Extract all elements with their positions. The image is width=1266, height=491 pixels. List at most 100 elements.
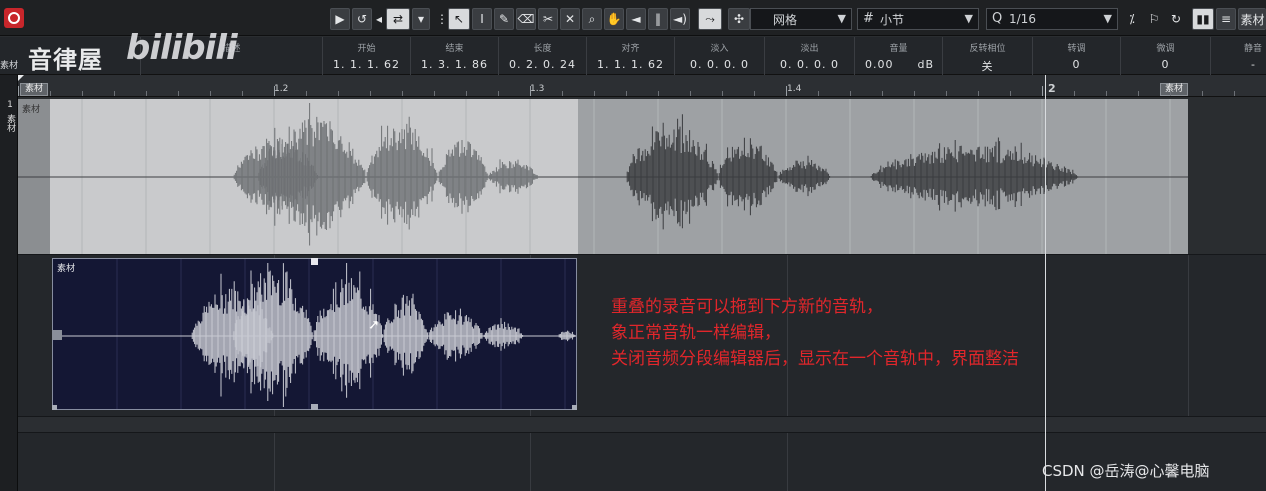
pointer-tool-icon[interactable]: ↖ <box>448 8 470 30</box>
ruler-tick <box>722 91 723 96</box>
loop-icon[interactable]: ↺ <box>352 8 372 30</box>
annotation-line: 关闭音频分段编辑器后，显示在一个音轨中，界面整洁 <box>611 349 1019 369</box>
play-icon[interactable]: ▶ <box>330 8 350 30</box>
audio-event-clip[interactable]: 素材 ➚ <box>52 258 577 410</box>
volume-handle[interactable] <box>311 258 318 265</box>
quantize-settings-icon[interactable]: ⁒ <box>1122 8 1142 30</box>
finetune-value[interactable]: 0 <box>1121 58 1210 71</box>
fadeout-header: 淡出 <box>800 44 819 54</box>
ruler-tick <box>466 91 467 96</box>
align-value[interactable]: 1. 1. 1. 62 <box>587 58 674 71</box>
locator-left-icon[interactable] <box>18 75 24 81</box>
grid-unit-select[interactable]: # 小节 ▼ <box>857 8 979 30</box>
ruler-tick <box>658 91 659 96</box>
auto-scroll-icon[interactable]: ⇄ <box>386 8 410 30</box>
ruler-tick <box>594 91 595 96</box>
mute-value[interactable]: - <box>1211 58 1266 71</box>
annotation-text: 重叠的录音可以拖到下方新的音轨， 象正常音轨一样编辑， 关闭音频分段编辑器后，显… <box>611 294 1019 372</box>
end-value[interactable]: 1. 3. 1. 86 <box>411 58 498 71</box>
clip-left-handle[interactable] <box>52 330 62 340</box>
info-align[interactable]: 对齐 1. 1. 1. 62 <box>586 37 674 75</box>
fadein-value[interactable]: 0. 0. 0. 0 <box>675 58 764 71</box>
grid-type-select[interactable]: 网格 ▼ <box>750 8 852 30</box>
volume-header: 音量 <box>889 44 908 54</box>
ruler-tick <box>818 91 819 96</box>
reverse-header: 反转相位 <box>969 44 1006 54</box>
audio-part-editor-lane[interactable]: 素材 <box>18 99 1188 254</box>
ruler-tick <box>146 91 147 96</box>
ruler-tick <box>178 91 179 96</box>
fadeout-value[interactable]: 0. 0. 0. 0 <box>765 58 854 71</box>
draw-tool-icon[interactable]: ✎ <box>494 8 514 30</box>
grid-unit-value: 小节 <box>880 12 905 27</box>
info-reverse[interactable]: 反转相位 关 <box>942 37 1032 75</box>
erase-tool-icon[interactable]: ⌫ <box>516 8 536 30</box>
info-mute[interactable]: 静音 - <box>1210 37 1266 75</box>
toolbar-handle-icon: ⋮ <box>436 12 448 26</box>
dropdown-caret-icon[interactable]: ▾ <box>412 8 430 30</box>
annotation-line: 重叠的录音可以拖到下方新的音轨， <box>611 297 883 317</box>
length-value[interactable]: 0. 2. 0. 24 <box>499 58 586 71</box>
info-length[interactable]: 长度 0. 2. 0. 24 <box>498 37 586 75</box>
info-transpose[interactable]: 转调 0 <box>1032 37 1120 75</box>
snap-mode-icon[interactable]: ✣ <box>728 8 750 30</box>
split-tool-icon[interactable]: ✂ <box>538 8 558 30</box>
quantize-icon: Q <box>992 11 1003 26</box>
list-layout-icon[interactable]: ≡ <box>1216 8 1236 30</box>
flag-icon[interactable]: ⚐ <box>1144 8 1164 30</box>
ruler-tick <box>690 91 691 96</box>
info-fadein[interactable]: 淡入 0. 0. 0. 0 <box>674 37 764 75</box>
ruler-tick <box>402 91 403 96</box>
empty-lane[interactable] <box>18 416 1266 432</box>
ruler-tick <box>562 91 563 96</box>
mute-tool-icon[interactable]: ✕ <box>560 8 580 30</box>
quantize-select[interactable]: Q 1/16 ▼ <box>986 8 1118 30</box>
transpose-value[interactable]: 0 <box>1033 58 1120 71</box>
listen-tool-icon[interactable]: ◄) <box>670 8 690 30</box>
clip-corner-handle[interactable] <box>572 405 577 410</box>
clip-bottom-handle[interactable] <box>311 404 318 410</box>
ruler-tick <box>1074 91 1075 96</box>
warp-tool-icon[interactable]: ‖ <box>648 8 668 30</box>
window-layout-icon[interactable]: ▮▮ <box>1192 8 1214 30</box>
hand-tool-icon[interactable]: ✋ <box>604 8 624 30</box>
refresh-icon[interactable]: ↻ <box>1166 8 1186 30</box>
channel-watermark: 音律屋 <box>28 46 103 74</box>
track-header[interactable]: 1 素材 <box>3 100 17 132</box>
ruler-tick <box>1202 91 1203 96</box>
toolbar-right-label[interactable]: 素材 <box>1238 8 1266 30</box>
align-header: 对齐 <box>621 44 640 54</box>
ruler-tick <box>114 91 115 96</box>
playhead-cursor[interactable] <box>1045 75 1046 491</box>
ruler-label: 1.2 <box>274 84 289 94</box>
ruler-tick <box>626 91 627 96</box>
infoline-side-label: 素材 <box>0 61 19 71</box>
ruler-tick <box>370 91 371 96</box>
ruler-tick <box>1042 86 1043 96</box>
credit-watermark: CSDN @岳涛@心馨电脑 <box>1042 462 1210 480</box>
ruler-tick <box>50 91 51 96</box>
range-tool-icon[interactable]: I <box>472 8 492 30</box>
speaker-tool-icon[interactable]: ◄ <box>626 8 646 30</box>
clip-corner-handle[interactable] <box>52 405 57 410</box>
chevron-left-icon[interactable]: ◂ <box>374 8 384 30</box>
info-end[interactable]: 结束 1. 3. 1. 86 <box>410 37 498 75</box>
info-fadeout[interactable]: 淡出 0. 0. 0. 0 <box>764 37 854 75</box>
ruler-tick <box>978 91 979 96</box>
grid-type-value: 网格 <box>773 12 798 27</box>
timeline-ruler[interactable]: 素材 素材 1.2 1.3 1.4 2 <box>18 75 1266 97</box>
app-logo-icon[interactable] <box>4 8 24 28</box>
reverse-value[interactable]: 关 <box>943 58 1032 74</box>
track-sidebar <box>0 75 18 491</box>
daw-window: ▶ ↺ ◂ ⇄ ▾ ⋮ ↖ I ✎ ⌫ ✂ ✕ ⌕ ✋ ◄ ‖ ◄) ⤳ ✣ 网… <box>0 0 1266 491</box>
track-name: 素材 <box>5 114 15 132</box>
info-volume[interactable]: 音量 0.00 dB <box>854 37 942 75</box>
info-finetune[interactable]: 微调 0 <box>1120 37 1210 75</box>
start-value[interactable]: 1. 1. 1. 62 <box>323 58 410 71</box>
info-start[interactable]: 开始 1. 1. 1. 62 <box>322 37 410 75</box>
grid-icon: # <box>863 11 874 26</box>
zoom-tool-icon[interactable]: ⌕ <box>582 8 602 30</box>
ruler-start-tag: 素材 <box>20 83 49 96</box>
start-header: 开始 <box>357 44 376 54</box>
snap-toggle-icon[interactable]: ⤳ <box>698 8 722 30</box>
